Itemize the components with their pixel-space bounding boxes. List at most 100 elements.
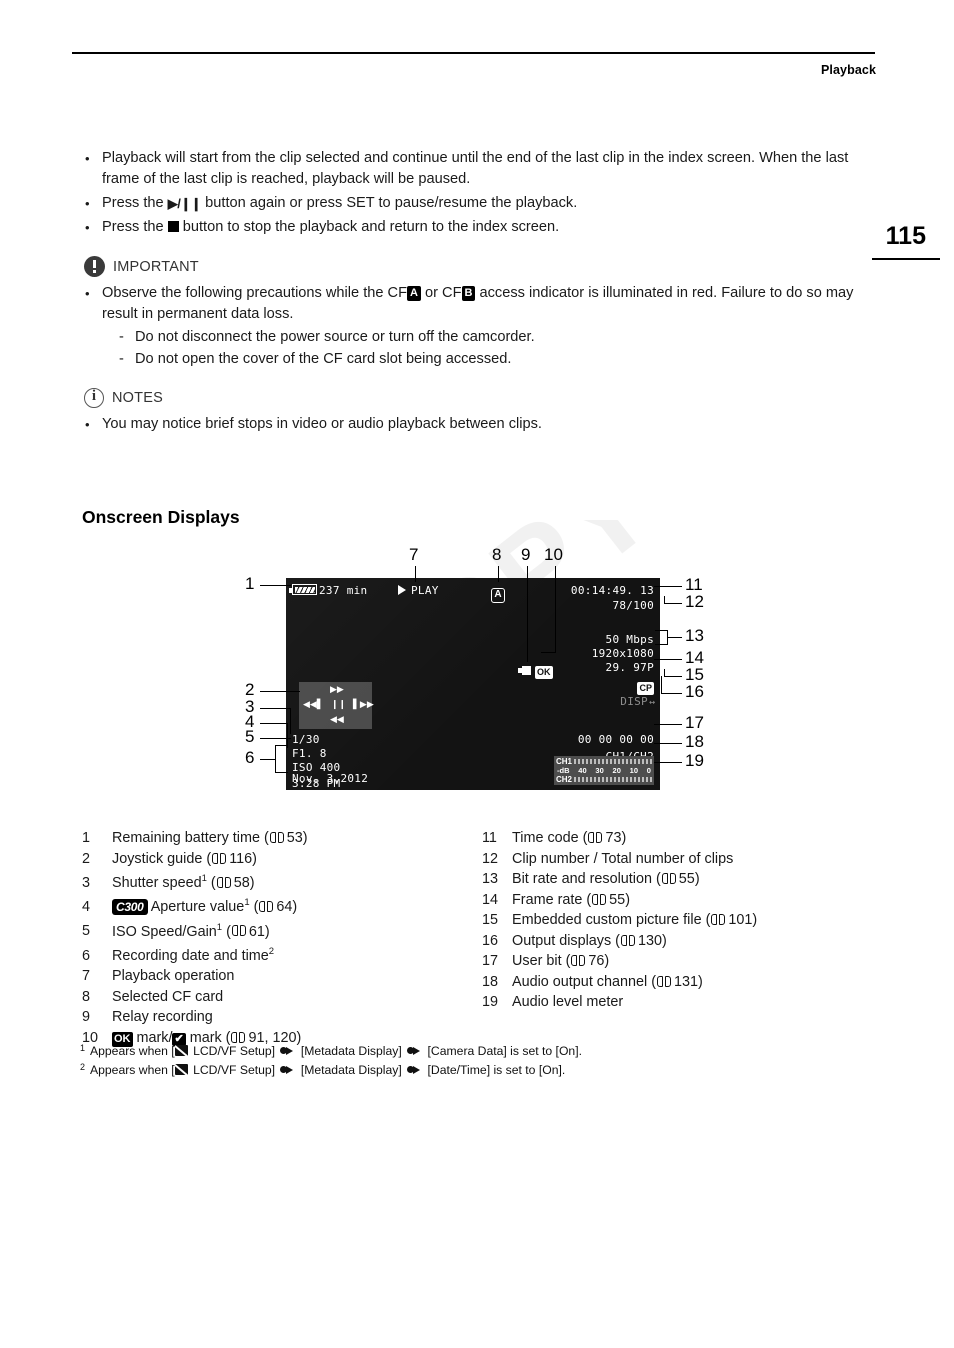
time-code-display: 00:14:49. 13 bbox=[570, 584, 654, 597]
list-item: 12 Clip number / Total number of clips bbox=[482, 849, 902, 870]
list-item: 9 Relay recording bbox=[82, 1007, 482, 1028]
scale-10: 10 bbox=[629, 766, 638, 775]
legend-index: 4 bbox=[82, 899, 91, 916]
joystick-guide[interactable]: ▶▶ ◀◀▌ ❙❙ ▌▶▶ ◀◀ bbox=[299, 682, 374, 729]
legend-text: Audio output channel (131) bbox=[512, 973, 703, 990]
play-icon bbox=[398, 585, 406, 595]
notes-bullet-list: You may notice brief stops in video or a… bbox=[82, 414, 877, 435]
legend-index: 16 bbox=[482, 932, 499, 949]
c300-model-badge: C300 bbox=[112, 899, 148, 916]
joystick-next-icon: ▌▶▶ bbox=[353, 700, 374, 710]
disp-arrows-icon: ↔ bbox=[648, 697, 655, 708]
leader-line bbox=[654, 724, 682, 726]
legend-list-right: 11 Time code (73) 12 Clip number / Total n… bbox=[482, 828, 902, 1013]
legend-text: Time code (73) bbox=[512, 830, 627, 846]
callout-number-12: 12 bbox=[685, 592, 704, 611]
leader-line bbox=[667, 630, 669, 645]
list-item: 14 Frame rate (55) bbox=[482, 890, 902, 911]
leader-line bbox=[260, 691, 300, 693]
running-head: Playback bbox=[820, 63, 876, 77]
output-displays-indicator: DISP↔ bbox=[620, 690, 655, 709]
leader-line bbox=[275, 745, 288, 747]
legend-text: Embedded custom picture file (101) bbox=[512, 912, 758, 928]
selected-cf-card-indicator: A bbox=[491, 582, 505, 603]
legend-index: 8 bbox=[82, 988, 91, 1005]
battery-indicator: 237 min bbox=[289, 584, 368, 597]
bullet-text-after: button to stop the playback and return t… bbox=[178, 219, 560, 235]
battery-time-label: 237 min bbox=[319, 584, 368, 597]
scale-30: 30 bbox=[595, 766, 604, 775]
legend-index: 19 bbox=[482, 994, 499, 1010]
joystick-rewind-icon: ◀◀ bbox=[330, 715, 344, 725]
manual-page-icon bbox=[592, 893, 607, 905]
list-item: 19 Audio level meter bbox=[482, 992, 902, 1013]
leader-line bbox=[654, 762, 682, 764]
leader-line bbox=[654, 659, 682, 661]
bullet-text-after: button again or press SET to pause/resum… bbox=[201, 195, 578, 211]
list-item: Press the ▶/❙❙ button again or press SET… bbox=[82, 193, 877, 214]
playback-operation-label: PLAY bbox=[411, 584, 439, 597]
legend-text: Frame rate (55) bbox=[512, 891, 630, 908]
manual-page-icon bbox=[269, 832, 284, 843]
recording-time-display: 3:28 PM bbox=[292, 777, 341, 790]
lcd-vf-setup-icon bbox=[174, 1045, 188, 1056]
bullet-text: Playback will start from the clip select… bbox=[102, 150, 849, 187]
legend-index: 17 bbox=[482, 953, 499, 969]
legend-list-left: 1 Remaining battery time (53) 2 Joystick g… bbox=[82, 828, 482, 1048]
leader-line bbox=[655, 630, 668, 632]
legend-index: 15 bbox=[482, 912, 499, 928]
callout-number-8: 8 bbox=[492, 545, 502, 564]
manual-page-icon bbox=[571, 955, 586, 966]
notes-label: NOTES bbox=[112, 390, 163, 406]
footnote-marker: 2 bbox=[80, 1062, 86, 1072]
callout-number-1: 1 bbox=[245, 574, 255, 593]
important-text-2: or CF bbox=[420, 285, 462, 301]
important-text-1: Observe the following precautions while … bbox=[102, 285, 408, 301]
callout-number-17: 17 bbox=[685, 713, 704, 732]
list-item: 8 Selected CF card bbox=[82, 987, 482, 1008]
legend-text: Audio level meter bbox=[512, 994, 624, 1010]
legend-text: Relay recording bbox=[112, 1009, 213, 1026]
legend-index: 7 bbox=[82, 968, 91, 985]
manual-page-icon bbox=[661, 873, 676, 884]
list-item: Do not disconnect the power source or tu… bbox=[102, 327, 877, 348]
legend-index: 14 bbox=[482, 891, 499, 908]
scale-db: -dB bbox=[557, 766, 570, 775]
legend-index: 6 bbox=[82, 947, 91, 964]
legend-text: C300 Aperture value1 (64) bbox=[112, 893, 482, 917]
legend-index: 12 bbox=[482, 850, 499, 867]
joystick-previous-icon: ◀◀▌ bbox=[303, 700, 324, 710]
legend-text: Output displays (130) bbox=[512, 932, 667, 949]
footnote-marker: 1 bbox=[80, 1043, 86, 1053]
playback-operation-indicator: PLAY bbox=[398, 584, 439, 597]
leader-line bbox=[541, 652, 556, 654]
legend-text: Clip number / Total number of clips bbox=[512, 850, 734, 867]
leader-line bbox=[665, 603, 682, 605]
callout-number-7: 7 bbox=[409, 545, 419, 564]
leader-line bbox=[662, 693, 682, 695]
manual-page-icon bbox=[231, 925, 246, 937]
list-item: 5 ISO Speed/Gain1 (61) bbox=[82, 918, 482, 942]
legend-index: 9 bbox=[82, 1009, 91, 1026]
submenu-arrow-icon bbox=[407, 1064, 422, 1075]
leader-line bbox=[655, 644, 668, 646]
list-item: Playback will start from the clip select… bbox=[82, 148, 877, 190]
legend-index: 18 bbox=[482, 973, 499, 990]
important-sub-list: Do not disconnect the power source or tu… bbox=[102, 327, 877, 370]
leader-line bbox=[664, 669, 666, 677]
ch1-level-bar bbox=[574, 759, 652, 764]
list-item: 4 C300 Aperture value1 (64) bbox=[82, 893, 482, 917]
leader-line bbox=[260, 723, 288, 725]
leader-line bbox=[260, 708, 291, 710]
leader-line bbox=[260, 585, 291, 587]
section-heading: Onscreen Displays bbox=[82, 507, 240, 527]
list-item: You may notice brief stops in video or a… bbox=[82, 414, 877, 435]
aperture-value-display: F1. 8 bbox=[292, 747, 327, 760]
list-item: 6 Recording date and time2 bbox=[82, 942, 482, 966]
battery-icon bbox=[289, 584, 317, 595]
bit-rate-display: 50 Mbps bbox=[605, 633, 654, 646]
scale-0: 0 bbox=[646, 766, 651, 775]
leader-line bbox=[664, 596, 666, 604]
manual-page-icon bbox=[212, 852, 227, 864]
legend-index: 13 bbox=[482, 871, 499, 887]
